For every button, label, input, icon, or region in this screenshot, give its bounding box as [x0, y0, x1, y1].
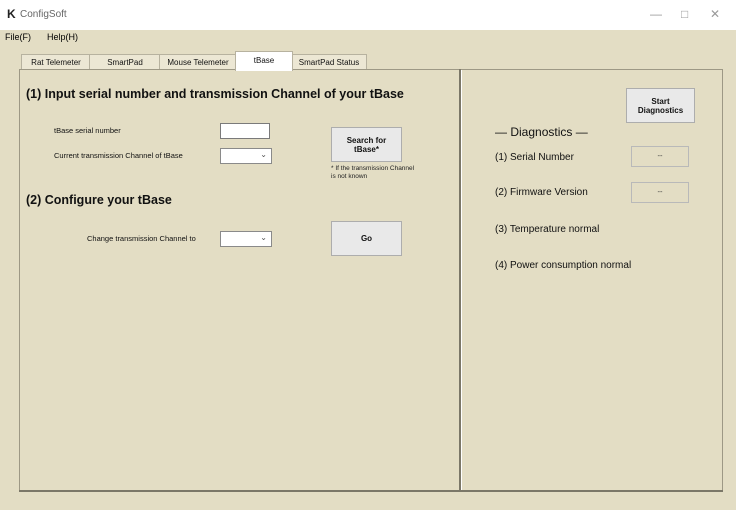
- tab-rat-telemeter[interactable]: Rat Telemeter: [21, 54, 91, 70]
- tab-smartpad[interactable]: SmartPad: [89, 54, 161, 70]
- app-logo-icon: K: [7, 7, 16, 21]
- chevron-down-icon: ⌄: [260, 233, 267, 242]
- window-title: ConfigSoft: [20, 9, 67, 20]
- diag-serial-number-label: (1) Serial Number: [495, 152, 574, 163]
- go-button[interactable]: Go: [331, 221, 402, 256]
- start-diagnostics-label: Start Diagnostics: [637, 96, 684, 115]
- close-button[interactable]: ✕: [710, 7, 720, 21]
- search-tbase-button-label: Search for tBase*: [346, 135, 387, 154]
- app-window: K ConfigSoft — □ ✕ File(F) Help(H) Rat T…: [0, 0, 736, 510]
- go-button-label: Go: [360, 234, 373, 243]
- diag-temperature-label: (3) Temperature normal: [495, 224, 600, 235]
- search-tbase-button[interactable]: Search for tBase*: [331, 127, 402, 162]
- panel-bottom-border: [19, 490, 723, 492]
- menu-help[interactable]: Help(H): [47, 32, 78, 42]
- serial-number-input[interactable]: [220, 123, 270, 139]
- current-channel-label: Current transmission Channel of tBase: [54, 151, 183, 160]
- minimize-button[interactable]: —: [650, 7, 662, 21]
- diag-serial-number-value: --: [631, 146, 689, 167]
- tab-tbase[interactable]: tBase: [235, 51, 293, 71]
- section1-title: (1) Input serial number and transmission…: [26, 87, 404, 101]
- maximize-button[interactable]: □: [681, 7, 688, 21]
- diag-firmware-label: (2) Firmware Version: [495, 187, 588, 198]
- tab-mouse-telemeter[interactable]: Mouse Telemeter: [159, 54, 237, 70]
- start-diagnostics-button[interactable]: Start Diagnostics: [626, 88, 695, 123]
- section2-title: (2) Configure your tBase: [26, 193, 172, 207]
- serial-number-label: tBase serial number: [54, 126, 121, 135]
- diag-firmware-value: --: [631, 182, 689, 203]
- chevron-down-icon: ⌄: [260, 150, 267, 159]
- current-channel-select[interactable]: ⌄: [220, 148, 272, 164]
- change-channel-select[interactable]: ⌄: [220, 231, 272, 247]
- search-note: * If the transmission Channel is not kno…: [331, 165, 415, 180]
- change-channel-label: Change transmission Channel to: [87, 234, 196, 243]
- menu-file[interactable]: File(F): [5, 32, 31, 42]
- tab-smartpad-status[interactable]: SmartPad Status: [291, 54, 367, 70]
- diagnostics-title: — Diagnostics —: [495, 125, 588, 139]
- diag-power-label: (4) Power consumption normal: [495, 260, 632, 271]
- title-bar: K ConfigSoft — □ ✕: [0, 0, 736, 30]
- menu-bar: File(F) Help(H): [0, 30, 736, 48]
